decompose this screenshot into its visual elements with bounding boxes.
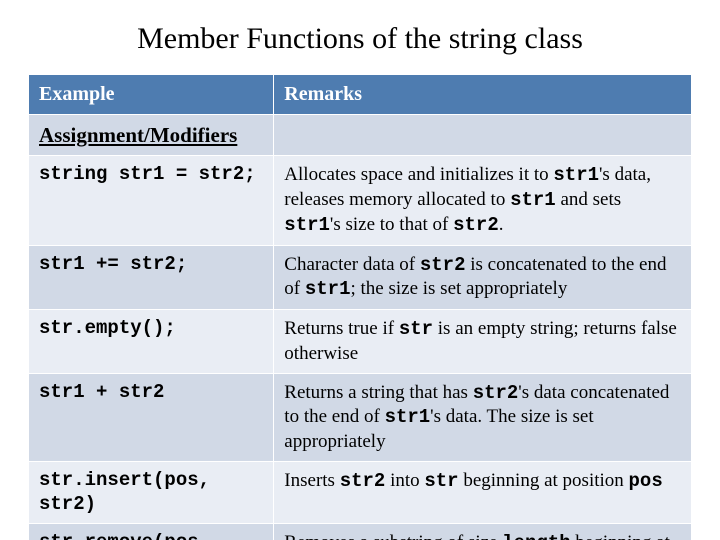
text-span: Allocates space and initializes it to bbox=[284, 164, 553, 185]
example-cell: str.remove(pos, length) bbox=[29, 524, 274, 540]
section-blank bbox=[274, 115, 692, 156]
remarks-cell: Removes a substring of size length begin… bbox=[274, 524, 692, 540]
table-row: str.empty();Returns true if str is an em… bbox=[29, 310, 692, 374]
code-span: str2 bbox=[340, 470, 386, 492]
text-span: . bbox=[499, 214, 504, 235]
remarks-cell: Returns true if str is an empty string; … bbox=[274, 310, 692, 374]
code-span: str1 bbox=[305, 278, 351, 300]
text-span: Removes a substring of size bbox=[284, 532, 502, 540]
header-remarks: Remarks bbox=[274, 75, 692, 115]
text-span: into bbox=[385, 470, 424, 491]
section-row: Assignment/Modifiers bbox=[29, 115, 692, 156]
remarks-cell: Character data of str2 is concatenated t… bbox=[274, 245, 692, 310]
table-body: Assignment/Modifiers string str1 = str2;… bbox=[29, 115, 692, 540]
code-span: pos bbox=[629, 470, 663, 492]
section-heading: Assignment/Modifiers bbox=[29, 115, 274, 156]
code-span: str1 bbox=[553, 164, 599, 186]
example-cell: str.insert(pos, str2) bbox=[29, 461, 274, 524]
code-span: str1 bbox=[510, 189, 556, 211]
text-span: Returns a string that has bbox=[284, 382, 472, 403]
table-row: str1 + str2Returns a string that has str… bbox=[29, 373, 692, 461]
text-span: Returns true if bbox=[284, 318, 399, 339]
table-row: str.insert(pos, str2)Inserts str2 into s… bbox=[29, 461, 692, 524]
remarks-cell: Returns a string that has str2's data co… bbox=[274, 373, 692, 461]
remarks-cell: Inserts str2 into str beginning at posit… bbox=[274, 461, 692, 524]
code-span: str bbox=[399, 318, 433, 340]
remarks-cell: Allocates space and initializes it to st… bbox=[274, 156, 692, 245]
text-span: beginning at position bbox=[459, 470, 629, 491]
code-span: str2 bbox=[420, 254, 466, 276]
slide: Member Functions of the string class Exa… bbox=[0, 0, 720, 540]
text-span: ; the size is set appropriately bbox=[350, 278, 567, 299]
code-span: length bbox=[502, 532, 570, 540]
table-row: str.remove(pos, length)Removes a substri… bbox=[29, 524, 692, 540]
table-header-row: Example Remarks bbox=[29, 75, 692, 115]
text-span: 's size to that of bbox=[330, 214, 453, 235]
header-example: Example bbox=[29, 75, 274, 115]
code-span: str1 bbox=[284, 214, 330, 236]
text-span: Character data of bbox=[284, 254, 420, 275]
text-span: Inserts bbox=[284, 470, 339, 491]
example-cell: str.empty(); bbox=[29, 310, 274, 374]
code-span: str2 bbox=[453, 214, 499, 236]
code-span: str2 bbox=[473, 382, 519, 404]
page-title: Member Functions of the string class bbox=[28, 22, 692, 56]
table-row: string str1 = str2;Allocates space and i… bbox=[29, 156, 692, 245]
example-cell: str1 += str2; bbox=[29, 245, 274, 310]
code-span: str1 bbox=[385, 406, 431, 428]
table-row: str1 += str2;Character data of str2 is c… bbox=[29, 245, 692, 310]
example-cell: string str1 = str2; bbox=[29, 156, 274, 245]
example-cell: str1 + str2 bbox=[29, 373, 274, 461]
string-members-table: Example Remarks Assignment/Modifiers str… bbox=[28, 74, 692, 540]
code-span: str bbox=[424, 470, 458, 492]
text-span: and sets bbox=[556, 189, 621, 210]
